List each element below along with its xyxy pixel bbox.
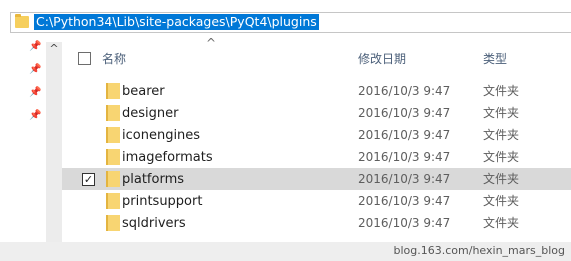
file-name[interactable]: iconengines (122, 128, 200, 143)
table-row[interactable]: sqldrivers 2016/10/3 9:47 文件夹 (62, 212, 571, 234)
column-header-type[interactable]: 类型 (483, 52, 507, 66)
file-name[interactable]: platforms (122, 172, 184, 187)
folder-icon (15, 14, 29, 28)
file-type: 文件夹 (483, 128, 520, 142)
file-type: 文件夹 (483, 172, 520, 186)
folder-icon (106, 193, 120, 209)
file-name[interactable]: sqldrivers (122, 216, 186, 231)
file-date: 2016/10/3 9:47 (358, 150, 451, 164)
file-name[interactable]: bearer (122, 84, 165, 99)
table-row[interactable]: imageformats 2016/10/3 9:47 文件夹 (62, 146, 571, 168)
scroll-up-arrow-icon[interactable]: ^ (46, 42, 62, 56)
table-row[interactable]: bearer 2016/10/3 9:47 文件夹 (62, 80, 571, 102)
select-all-checkbox[interactable] (78, 52, 91, 65)
nav-scrollbar[interactable] (46, 42, 62, 247)
file-date: 2016/10/3 9:47 (358, 172, 451, 186)
file-list: bearer 2016/10/3 9:47 文件夹 designer 2016/10/3… (62, 80, 571, 235)
file-date: 2016/10/3 9:47 (358, 84, 451, 98)
column-header-row: ^ 名称 修改日期 类型 (62, 36, 571, 78)
folder-icon (106, 83, 120, 99)
file-type: 文件夹 (483, 150, 520, 164)
folder-icon (106, 171, 120, 187)
pin-icon[interactable]: 📌 (29, 87, 41, 99)
file-type: 文件夹 (483, 84, 520, 98)
file-type: 文件夹 (483, 106, 520, 120)
pin-icon[interactable]: 📌 (29, 41, 41, 53)
file-date: 2016/10/3 9:47 (358, 106, 451, 120)
column-header-name[interactable]: 名称 (102, 52, 126, 66)
file-name[interactable]: designer (122, 106, 178, 121)
pin-icon[interactable]: 📌 (29, 64, 41, 76)
pin-icon[interactable]: 📌 (29, 110, 41, 122)
address-bar[interactable]: C:\Python34\Lib\site-packages\PyQt4\plug… (10, 12, 571, 33)
file-name[interactable]: printsupport (122, 194, 202, 209)
row-checkbox[interactable]: ✓ (82, 173, 95, 186)
address-path-text[interactable]: C:\Python34\Lib\site-packages\PyQt4\plug… (34, 14, 319, 30)
table-row[interactable]: ✓ platforms 2016/10/3 9:47 文件夹 (62, 168, 571, 190)
sort-ascending-icon: ^ (206, 36, 217, 50)
table-row[interactable]: iconengines 2016/10/3 9:47 文件夹 (62, 124, 571, 146)
column-header-date[interactable]: 修改日期 (358, 52, 406, 66)
table-row[interactable]: designer 2016/10/3 9:47 文件夹 (62, 102, 571, 124)
navigation-pane: ^ 📌 📌 📌 📌 (0, 38, 62, 261)
folder-icon (106, 215, 120, 231)
file-type: 文件夹 (483, 216, 520, 230)
file-name[interactable]: imageformats (122, 150, 213, 165)
file-date: 2016/10/3 9:47 (358, 194, 451, 208)
file-date: 2016/10/3 9:47 (358, 216, 451, 230)
file-type: 文件夹 (483, 194, 520, 208)
file-date: 2016/10/3 9:47 (358, 128, 451, 142)
watermark-text: blog.163.com/hexin_mars_blog (393, 244, 565, 257)
bottom-strip: blog.163.com/hexin_mars_blog (0, 242, 571, 261)
table-row[interactable]: printsupport 2016/10/3 9:47 文件夹 (62, 190, 571, 212)
folder-icon (106, 127, 120, 143)
folder-icon (106, 149, 120, 165)
folder-icon (106, 105, 120, 121)
